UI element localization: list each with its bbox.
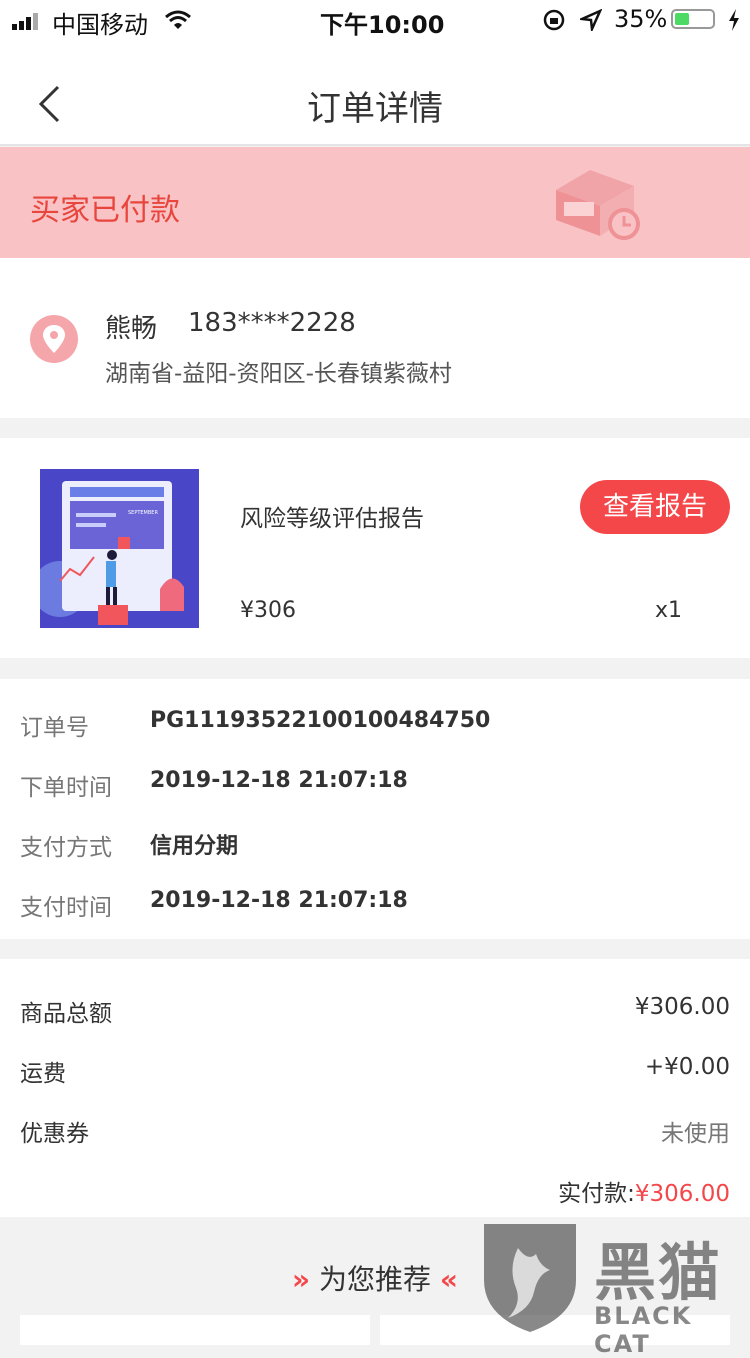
coupon-label: 优惠券 [20, 1121, 89, 1147]
location-pin-icon [30, 315, 78, 363]
payment-method-row: 支付方式 信用分期 [0, 814, 750, 874]
paid-label: 实付款: [558, 1181, 635, 1207]
view-report-button[interactable]: 查看报告 [580, 480, 730, 534]
product-title: 风险等级评估报告 [240, 506, 424, 532]
recommend-card[interactable] [20, 1315, 370, 1345]
signal-icon [12, 13, 38, 30]
payment-time-label: 支付时间 [20, 895, 112, 921]
payment-method-value: 信用分期 [150, 834, 239, 859]
address-detail: 湖南省-益阳-资阳区-长春镇紫薇村 [105, 361, 452, 387]
order-number-value[interactable]: PG11193522100100484750 [150, 708, 490, 733]
order-status-text: 买家已付款 [30, 193, 180, 228]
carrier-label: 中国移动 [52, 11, 148, 39]
shipping-value: +¥0.00 [644, 1054, 730, 1080]
subtotal-value: ¥306.00 [634, 994, 730, 1020]
order-time-row: 下单时间 2019-12-18 21:07:18 [0, 754, 750, 814]
recipient-phone: 183****2228 [188, 308, 356, 338]
status-bar: 中国移动 下午10:00 35% [0, 0, 750, 40]
payment-method-label: 支付方式 [20, 835, 112, 861]
watermark-en: BLACK CAT [594, 1302, 693, 1358]
paid-value: ¥306.00 [634, 1181, 730, 1207]
battery-percent: 35% [614, 5, 668, 33]
battery-icon [671, 9, 715, 29]
location-arrow-icon [580, 9, 602, 31]
product-price: ¥306 [240, 598, 296, 623]
product-card[interactable]: SEPTEMBER 风险等级评估报告 查看报告 ¥306 x1 [0, 438, 750, 658]
clock-label: 下午10:00 [320, 11, 445, 39]
blackcat-watermark: 黑猫 BLACK CAT [478, 1218, 750, 1358]
payment-time-row: 支付时间 2019-12-18 21:07:18 [0, 874, 750, 934]
shipping-label: 运费 [20, 1061, 66, 1087]
order-number-row: 订单号 PG11193522100100484750 [0, 694, 750, 754]
page-title: 订单详情 [307, 89, 443, 129]
amount-summary: 商品总额 ¥306.00 运费 +¥0.00 优惠券 未使用 实付款:¥306.… [0, 959, 750, 1217]
paid-total: 实付款:¥306.00 [558, 1174, 730, 1208]
order-time-label: 下单时间 [20, 775, 112, 801]
order-info: 订单号 PG11193522100100484750 下单时间 2019-12-… [0, 679, 750, 939]
recipient-name: 熊畅 [105, 314, 158, 344]
nav-bar: 订单详情 [0, 40, 750, 146]
blackcat-logo-icon [484, 1224, 576, 1332]
subtotal-label: 商品总额 [20, 1001, 112, 1027]
product-quantity: x1 [655, 598, 683, 623]
charging-icon [729, 9, 739, 31]
watermark-cn: 黑猫 [594, 1236, 723, 1309]
package-clock-icon [556, 170, 640, 240]
wifi-icon [165, 10, 191, 29]
coupon-value[interactable]: 未使用 [661, 1114, 730, 1148]
double-chevron-left-icon: « [439, 1263, 458, 1296]
product-image-caption: SEPTEMBER [128, 510, 158, 516]
shipping-address[interactable]: 熊畅 183****2228 湖南省-益阳-资阳区-长春镇紫薇村 [0, 258, 750, 418]
rotation-lock-icon [543, 9, 565, 31]
order-time-value: 2019-12-18 21:07:18 [150, 768, 408, 793]
double-chevron-right-icon: » [291, 1263, 311, 1296]
payment-time-value: 2019-12-18 21:07:18 [150, 888, 408, 913]
order-number-label: 订单号 [20, 715, 89, 741]
product-image: SEPTEMBER [40, 469, 199, 628]
order-status-banner: 买家已付款 [0, 147, 750, 258]
recommend-title: 为您推荐 [318, 1263, 431, 1296]
